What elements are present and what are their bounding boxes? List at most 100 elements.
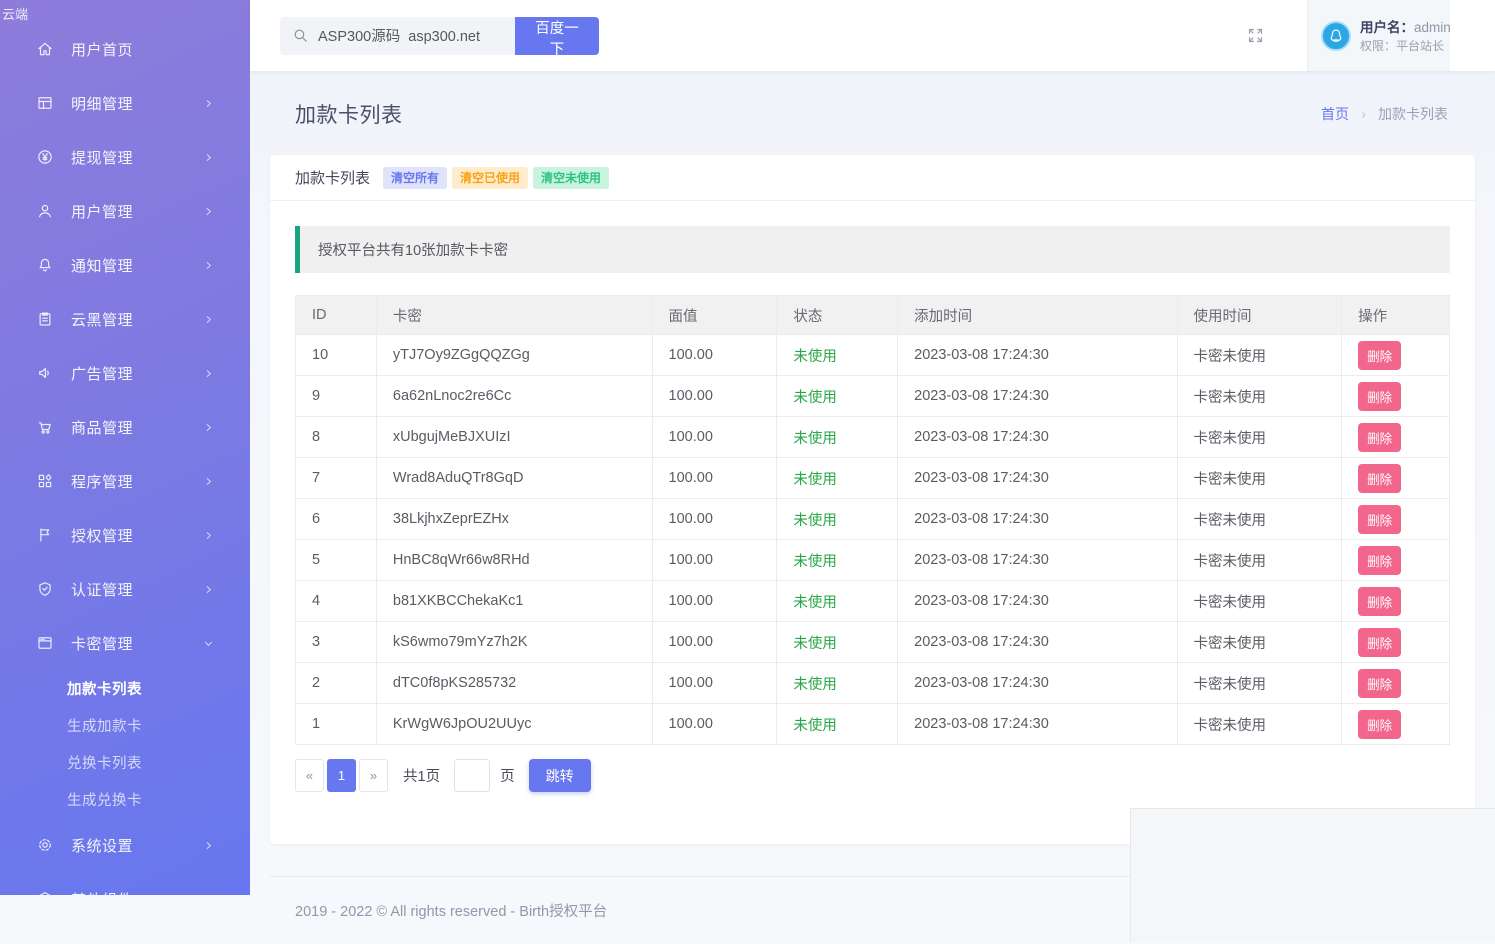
sidebar-item-license[interactable]: 授权管理 [0, 508, 250, 562]
sidebar-menu: 用户首页明细管理提现管理用户管理通知管理云黑管理广告管理商品管理程序管理授权管理… [0, 22, 250, 895]
card-icon [36, 634, 54, 652]
cell-used-time: 卡密未使用 [1177, 704, 1342, 745]
page-jump-button[interactable]: 跳转 [529, 759, 591, 792]
sidebar-item-program[interactable]: 程序管理 [0, 454, 250, 508]
delete-button[interactable]: 删除 [1358, 628, 1401, 657]
sidebar-item-label: 程序管理 [71, 471, 202, 492]
cell-actions: 删除 [1342, 704, 1450, 745]
sidebar-item-home[interactable]: 用户首页 [0, 22, 250, 76]
delete-button[interactable]: 删除 [1358, 505, 1401, 534]
cell-added-time: 2023-03-08 17:24:30 [898, 622, 1177, 663]
home-icon [36, 40, 54, 58]
chevron-right-icon [202, 205, 215, 218]
table-row: 638LkjhxZeprEZHx100.00未使用2023-03-08 17:2… [296, 499, 1450, 540]
sidebar-item-blacklist[interactable]: 云黑管理 [0, 292, 250, 346]
cell-code: yTJ7Oy9ZGgQQZGg [376, 335, 652, 376]
sidebar-item-detail[interactable]: 明细管理 [0, 76, 250, 130]
delete-button[interactable]: 删除 [1358, 546, 1401, 575]
delete-button[interactable]: 删除 [1358, 341, 1401, 370]
delete-button[interactable]: 删除 [1358, 710, 1401, 739]
table-row: 5HnBC8qWr66w8RHd100.00未使用2023-03-08 17:2… [296, 540, 1450, 581]
pagination: « 1 » 共1页 页 跳转 [295, 759, 1450, 792]
chevron-right-icon [202, 839, 215, 852]
cell-actions: 删除 [1342, 540, 1450, 581]
sidebar-item-label: 云黑管理 [71, 309, 202, 330]
cell-actions: 删除 [1342, 458, 1450, 499]
submenu-item-4[interactable]: 生成兑换卡 [0, 781, 250, 818]
column-header-3: 状态 [777, 296, 898, 335]
pagination-prev-button[interactable]: « [295, 759, 324, 792]
badge-green-button[interactable]: 清空未使用 [533, 167, 609, 189]
cell-code: KrWgW6JpOU2UUyc [376, 704, 652, 745]
delete-button[interactable]: 删除 [1358, 587, 1401, 616]
ad-icon [36, 364, 54, 382]
chevron-right-icon [202, 259, 215, 272]
chevron-right-icon [202, 893, 215, 896]
chevron-right-icon [202, 421, 215, 434]
baidu-search-button[interactable]: 百度一下 [515, 17, 599, 55]
cell-used-time: 卡密未使用 [1177, 581, 1342, 622]
user-role-row: 权限：平台站长 [1360, 38, 1451, 54]
sidebar-item-user[interactable]: 用户管理 [0, 184, 250, 238]
fullscreen-icon[interactable] [1246, 26, 1265, 45]
cell-value: 100.00 [652, 704, 777, 745]
chevron-right-icon [202, 367, 215, 380]
cell-code: b81XKBCChekaKc1 [376, 581, 652, 622]
sidebar-item-settings[interactable]: 系统设置 [0, 818, 250, 872]
chevron-right-icon [202, 475, 215, 488]
overlay-panel [1130, 808, 1495, 942]
breadcrumb-home-link[interactable]: 首页 [1321, 104, 1349, 124]
column-header-6: 操作 [1342, 296, 1450, 335]
cards-table: ID卡密面值状态添加时间使用时间操作 10yTJ7Oy9ZGgQQZGg100.… [295, 295, 1450, 745]
pagination-page-1-button[interactable]: 1 [327, 759, 356, 792]
user-role-label: 权限： [1360, 39, 1396, 53]
cell-added-time: 2023-03-08 17:24:30 [898, 335, 1177, 376]
delete-button[interactable]: 删除 [1358, 464, 1401, 493]
pagination-next-button[interactable]: » [359, 759, 388, 792]
submenu-item-2[interactable]: 生成加款卡 [0, 707, 250, 744]
cell-status: 未使用 [777, 663, 898, 704]
notice-icon [36, 256, 54, 274]
page-title: 加款卡列表 [295, 99, 403, 129]
user-panel[interactable]: 用户名：admin 权限：平台站长 [1307, 0, 1450, 71]
sidebar-item-label: 系统设置 [71, 835, 202, 856]
sidebar-item-label: 其他组件 [71, 889, 202, 896]
search-input[interactable] [318, 28, 505, 44]
user-name-label: 用户名： [1360, 20, 1414, 35]
submenu-item-1[interactable]: 加款卡列表 [0, 670, 250, 707]
delete-button[interactable]: 删除 [1358, 382, 1401, 411]
cell-used-time: 卡密未使用 [1177, 540, 1342, 581]
badge-purple-button[interactable]: 清空所有 [383, 167, 447, 189]
card-body: 授权平台共有10张加款卡卡密 ID卡密面值状态添加时间使用时间操作 10yTJ7… [270, 201, 1475, 844]
sidebar-item-auth[interactable]: 认证管理 [0, 562, 250, 616]
cell-status: 未使用 [777, 417, 898, 458]
page-head: 加款卡列表 首页 › 加款卡列表 [250, 71, 1495, 155]
cell-id: 9 [296, 376, 377, 417]
cell-code: kS6wmo79mYz7h2K [376, 622, 652, 663]
chevron-right-icon [202, 151, 215, 164]
sidebar-item-ad[interactable]: 广告管理 [0, 346, 250, 400]
cell-used-time: 卡密未使用 [1177, 417, 1342, 458]
search-icon [292, 27, 309, 44]
info-alert-text: 授权平台共有10张加款卡卡密 [318, 239, 508, 260]
cell-id: 1 [296, 704, 377, 745]
sidebar-item-withdraw[interactable]: 提现管理 [0, 130, 250, 184]
cell-code: HnBC8qWr66w8RHd [376, 540, 652, 581]
sidebar-item-notice[interactable]: 通知管理 [0, 238, 250, 292]
badge-yellow-button[interactable]: 清空已使用 [452, 167, 528, 189]
sidebar-item-goods[interactable]: 商品管理 [0, 400, 250, 454]
cell-added-time: 2023-03-08 17:24:30 [898, 499, 1177, 540]
cell-status: 未使用 [777, 335, 898, 376]
cell-id: 6 [296, 499, 377, 540]
sidebar-item-label: 用户管理 [71, 201, 202, 222]
brand: 云端 [0, 0, 250, 22]
cell-value: 100.00 [652, 335, 777, 376]
cell-id: 5 [296, 540, 377, 581]
sidebar-item-card[interactable]: 卡密管理 [0, 616, 250, 670]
delete-button[interactable]: 删除 [1358, 669, 1401, 698]
submenu-item-3[interactable]: 兑换卡列表 [0, 744, 250, 781]
sidebar-item-components[interactable]: 其他组件 [0, 872, 250, 895]
sidebar-item-label: 提现管理 [71, 147, 202, 168]
delete-button[interactable]: 删除 [1358, 423, 1401, 452]
page-jump-input[interactable] [454, 759, 490, 792]
